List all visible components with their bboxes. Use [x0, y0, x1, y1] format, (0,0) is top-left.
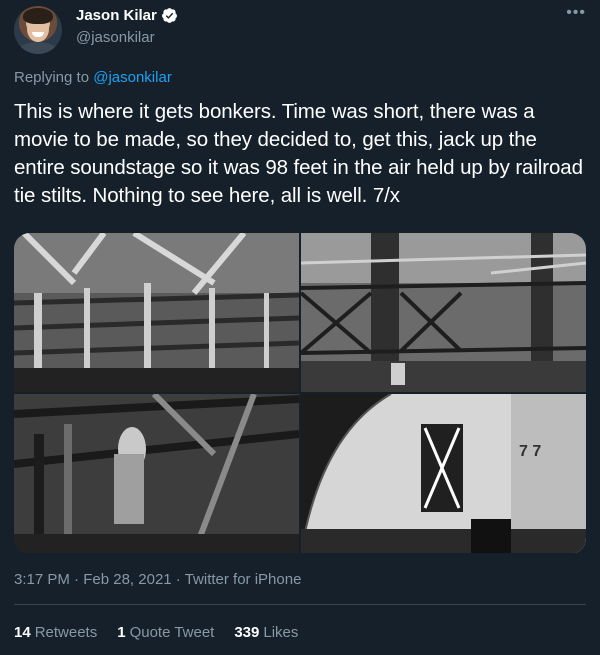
photo4-markings: 7 7: [519, 443, 541, 460]
author-display-name[interactable]: Jason Kilar: [76, 7, 157, 24]
tweet-text: This is where it gets bonkers. Time was …: [14, 100, 583, 207]
quote-tweets-count: 1: [117, 624, 126, 641]
quote-tweets-label: Quote Tweet: [129, 624, 215, 641]
meta-separator-2: ·: [171, 571, 185, 588]
replying-to: Replying to @jasonkilar: [14, 69, 172, 86]
likes-count: 339: [234, 624, 260, 641]
worker-beams-image: [14, 394, 299, 553]
author-name-row[interactable]: Jason Kilar: [76, 7, 178, 24]
photo-1[interactable]: [14, 233, 299, 392]
likes-label: Likes: [263, 624, 299, 641]
avatar-hair: [23, 8, 53, 24]
replying-to-link[interactable]: @jasonkilar: [93, 69, 172, 86]
retweets-count: 14: [14, 624, 31, 641]
verified-badge-icon: [161, 8, 177, 23]
soundstage-wall-image: 7 7: [301, 394, 586, 553]
more-options-icon[interactable]: •••: [566, 5, 586, 21]
replying-to-prefix: Replying to: [14, 69, 94, 86]
retweets-label: Retweets: [34, 624, 98, 641]
meta-separator-1: ·: [69, 571, 84, 588]
engagement-stats: 14 Retweets 1 Quote Tweet 339 Likes: [14, 624, 318, 641]
photo-4[interactable]: 7 7: [301, 394, 586, 553]
tweet-time[interactable]: 3:17 PM: [14, 571, 70, 588]
media-grid: 7 7: [14, 233, 586, 554]
retweets-stat[interactable]: 14 Retweets: [14, 624, 97, 641]
scaffolding-underside-image: [14, 233, 299, 392]
scaffolding-frame-image: [301, 233, 586, 392]
likes-stat[interactable]: 339 Likes: [234, 624, 298, 641]
photo-3[interactable]: [14, 394, 299, 553]
photo-2[interactable]: [301, 233, 586, 392]
tweet-source[interactable]: Twitter for iPhone: [185, 571, 302, 588]
author-handle[interactable]: @jasonkilar: [76, 29, 155, 46]
divider: [14, 604, 586, 605]
avatar-shirt: [18, 42, 58, 54]
avatar[interactable]: [14, 6, 62, 54]
quote-tweets-stat[interactable]: 1 Quote Tweet: [117, 624, 214, 641]
tweet-date[interactable]: Feb 28, 2021: [83, 571, 171, 588]
tweet-meta: 3:17 PM · Feb 28, 2021 · Twitter for iPh…: [14, 571, 301, 588]
